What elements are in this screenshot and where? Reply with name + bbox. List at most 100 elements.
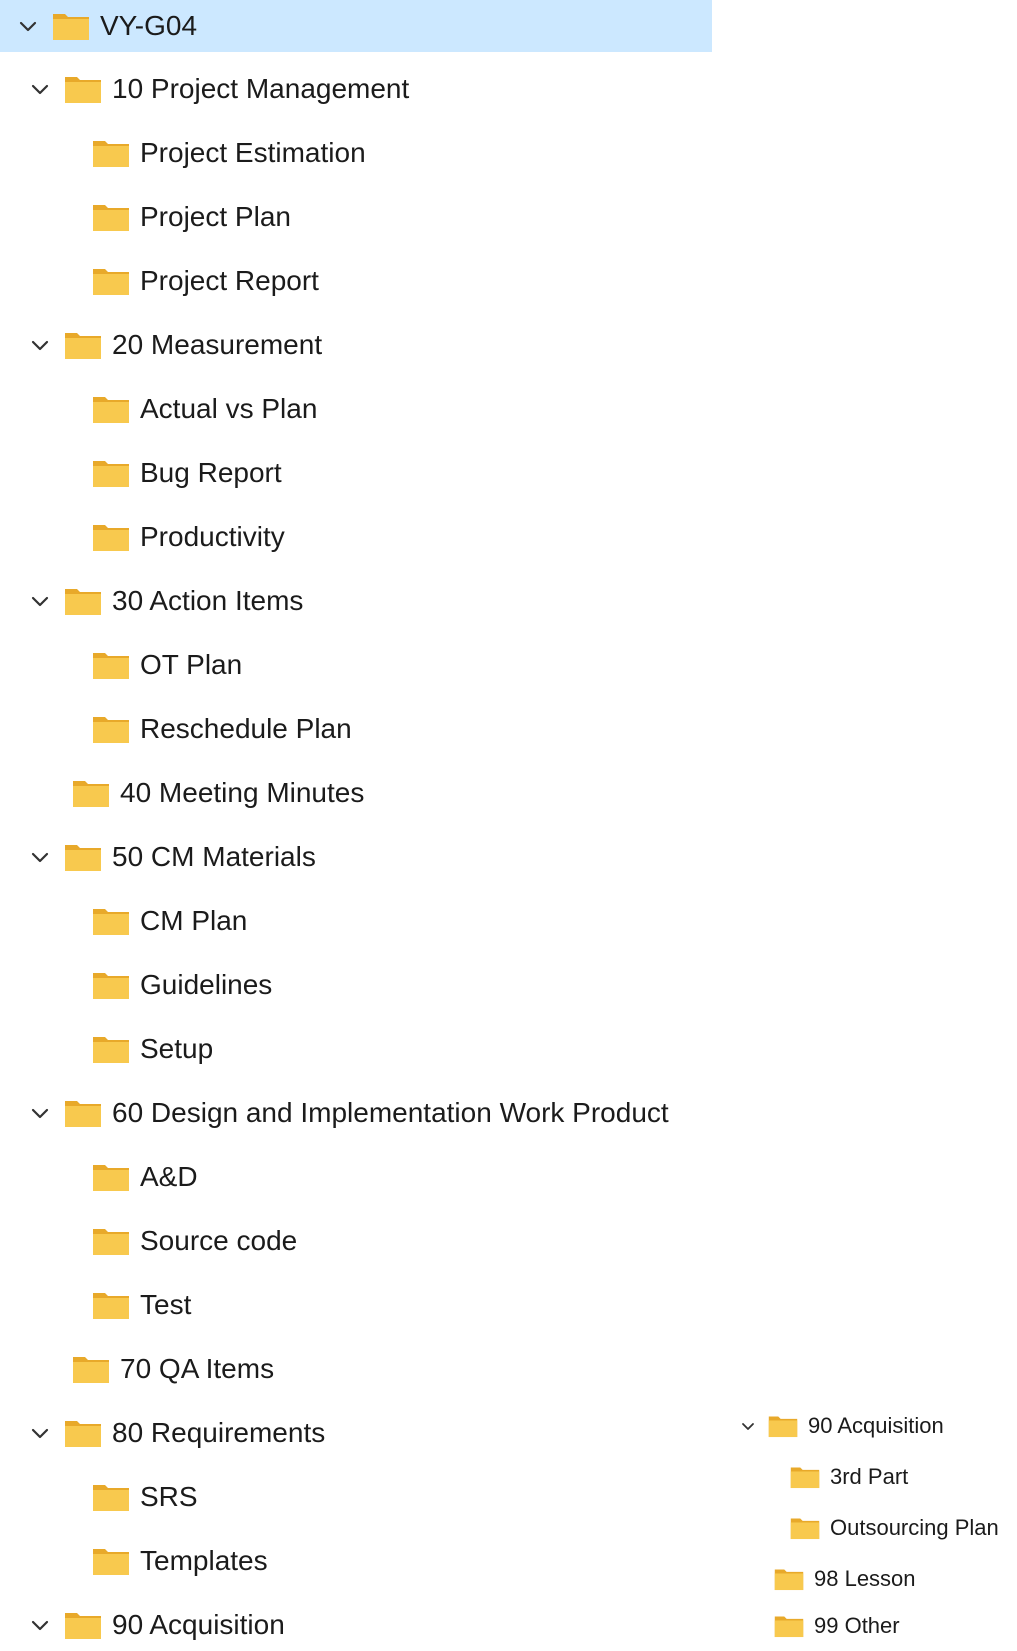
tree-item-productivity[interactable]: Productivity: [0, 511, 285, 563]
folder-icon: [92, 138, 130, 168]
tree-item-label: Project Estimation: [140, 137, 366, 168]
folder-icon: [92, 650, 130, 680]
folder-icon: [64, 1098, 102, 1128]
tree-item-label: Bug Report: [140, 457, 282, 488]
tree-item-label: Outsourcing Plan: [830, 1515, 999, 1540]
tree-item-label: SRS: [140, 1481, 198, 1512]
tree-item-label: 99 Other: [814, 1613, 900, 1638]
tree-item-90-acquisition[interactable]: 90 Acquisition: [0, 1599, 285, 1651]
tree-item-label: 10 Project Management: [112, 73, 410, 104]
tree-item-label: 3rd Part: [830, 1464, 909, 1489]
tree-item-label: Test: [140, 1289, 192, 1320]
chevron-down-icon[interactable]: [26, 331, 54, 359]
folder-icon: [64, 330, 102, 360]
tree-item-project-estimation[interactable]: Project Estimation: [0, 127, 366, 179]
chevron-down-icon[interactable]: [26, 1099, 54, 1127]
tree-item-label: Project Report: [140, 265, 319, 296]
chevron-down-icon[interactable]: [26, 1611, 54, 1639]
tree-item-cm-plan[interactable]: CM Plan: [0, 895, 247, 947]
folder-icon: [768, 1414, 798, 1438]
folder-icon: [790, 1516, 820, 1540]
tree-item-label: 90 Acquisition: [808, 1413, 944, 1438]
tree-item-project-plan[interactable]: Project Plan: [0, 191, 291, 243]
tree-item-label: OT Plan: [140, 649, 243, 680]
tree-item-label: 80 Requirements: [112, 1417, 326, 1448]
tree-item-80-requirements[interactable]: 80 Requirements: [0, 1407, 325, 1459]
folder-icon: [92, 266, 130, 296]
tree-item-guidelines[interactable]: Guidelines: [0, 959, 272, 1011]
folder-icon: [92, 458, 130, 488]
tree-item-label: Templates: [140, 1545, 268, 1576]
tree-item-templates[interactable]: Templates: [0, 1535, 268, 1587]
tree-item-test[interactable]: Test: [0, 1279, 191, 1331]
tree-item-label: 98 Lesson: [814, 1566, 916, 1591]
tree-item-label: Actual vs Plan: [140, 393, 318, 424]
tree-item-70-qa-items[interactable]: 70 QA Items: [0, 1343, 274, 1395]
tree-item-label: Setup: [140, 1033, 214, 1064]
chevron-down-icon[interactable]: [26, 587, 54, 615]
folder-icon: [774, 1567, 804, 1591]
folder-icon: [92, 906, 130, 936]
chevron-down-icon[interactable]: [14, 12, 42, 40]
folder-tree: VY-G04 10 Project Management Project Est…: [0, 0, 1017, 1642]
tree-item-ot-plan[interactable]: OT Plan: [0, 639, 242, 691]
folder-icon: [92, 1226, 130, 1256]
inset-item-98-lesson[interactable]: 98 Lesson: [774, 1559, 916, 1599]
tree-item-source-code[interactable]: Source code: [0, 1215, 297, 1267]
tree-item-bug-report[interactable]: Bug Report: [0, 447, 282, 499]
inset-item-outsourcing-plan[interactable]: Outsourcing Plan: [790, 1508, 999, 1548]
tree-item-50-cm-materials[interactable]: 50 CM Materials: [0, 831, 316, 883]
tree-item-40-meeting-minutes[interactable]: 40 Meeting Minutes: [0, 767, 364, 819]
folder-icon: [64, 842, 102, 872]
chevron-down-icon[interactable]: [26, 1419, 54, 1447]
tree-item-reschedule-plan[interactable]: Reschedule Plan: [0, 703, 352, 755]
folder-icon: [64, 74, 102, 104]
folder-icon: [92, 970, 130, 1000]
tree-item-label: CM Plan: [140, 905, 248, 936]
tree-item-label: A&D: [140, 1161, 198, 1192]
folder-icon: [64, 586, 102, 616]
tree-item-30-action-items[interactable]: 30 Action Items: [0, 575, 303, 627]
folder-icon: [72, 1354, 110, 1384]
tree-item-label: 20 Measurement: [112, 329, 323, 360]
folder-icon: [92, 1162, 130, 1192]
tree-item-setup[interactable]: Setup: [0, 1023, 213, 1075]
tree-item-project-report[interactable]: Project Report: [0, 255, 319, 307]
folder-icon: [64, 1418, 102, 1448]
tree-item-label: 50 CM Materials: [112, 841, 316, 872]
tree-item-srs[interactable]: SRS: [0, 1471, 198, 1523]
tree-item-label: 40 Meeting Minutes: [120, 777, 365, 808]
inset-item-99-other[interactable]: 99 Other: [774, 1606, 900, 1646]
folder-icon: [790, 1465, 820, 1489]
folder-icon: [92, 1034, 130, 1064]
tree-item-label: Source code: [140, 1225, 298, 1256]
tree-item-actual-vs-plan[interactable]: Actual vs Plan: [0, 383, 317, 435]
tree-item-a-and-d[interactable]: A&D: [0, 1151, 198, 1203]
tree-item-10-project-management[interactable]: 10 Project Management: [0, 63, 409, 115]
tree-item-20-measurement[interactable]: 20 Measurement: [0, 319, 322, 371]
folder-icon: [92, 1482, 130, 1512]
folder-icon: [92, 714, 130, 744]
tree-item-label: 90 Acquisition: [112, 1609, 285, 1640]
tree-item-label: Reschedule Plan: [140, 713, 352, 744]
tree-item-label: Project Plan: [140, 201, 291, 232]
tree-item-60-design-and-implementation[interactable]: 60 Design and Implementation Work Produc…: [0, 1087, 669, 1139]
folder-icon: [64, 1610, 102, 1640]
folder-icon: [92, 1290, 130, 1320]
inset-item-90-acquisition[interactable]: 90 Acquisition: [738, 1406, 944, 1446]
chevron-down-icon[interactable]: [26, 843, 54, 871]
chevron-down-icon[interactable]: [738, 1416, 758, 1436]
folder-icon: [52, 11, 90, 41]
folder-icon: [92, 202, 130, 232]
chevron-down-icon[interactable]: [26, 75, 54, 103]
folder-icon: [92, 394, 130, 424]
folder-icon: [92, 522, 130, 552]
tree-item-label: 60 Design and Implementation Work Produc…: [112, 1097, 669, 1128]
inset-item-3rd-part[interactable]: 3rd Part: [790, 1457, 908, 1497]
tree-root-vy-g04[interactable]: VY-G04: [0, 0, 712, 52]
tree-item-label: 30 Action Items: [112, 585, 304, 616]
tree-item-label: VY-G04: [100, 10, 198, 41]
tree-item-label: 70 QA Items: [120, 1353, 275, 1384]
folder-icon: [92, 1546, 130, 1576]
tree-item-label: Productivity: [140, 521, 285, 552]
